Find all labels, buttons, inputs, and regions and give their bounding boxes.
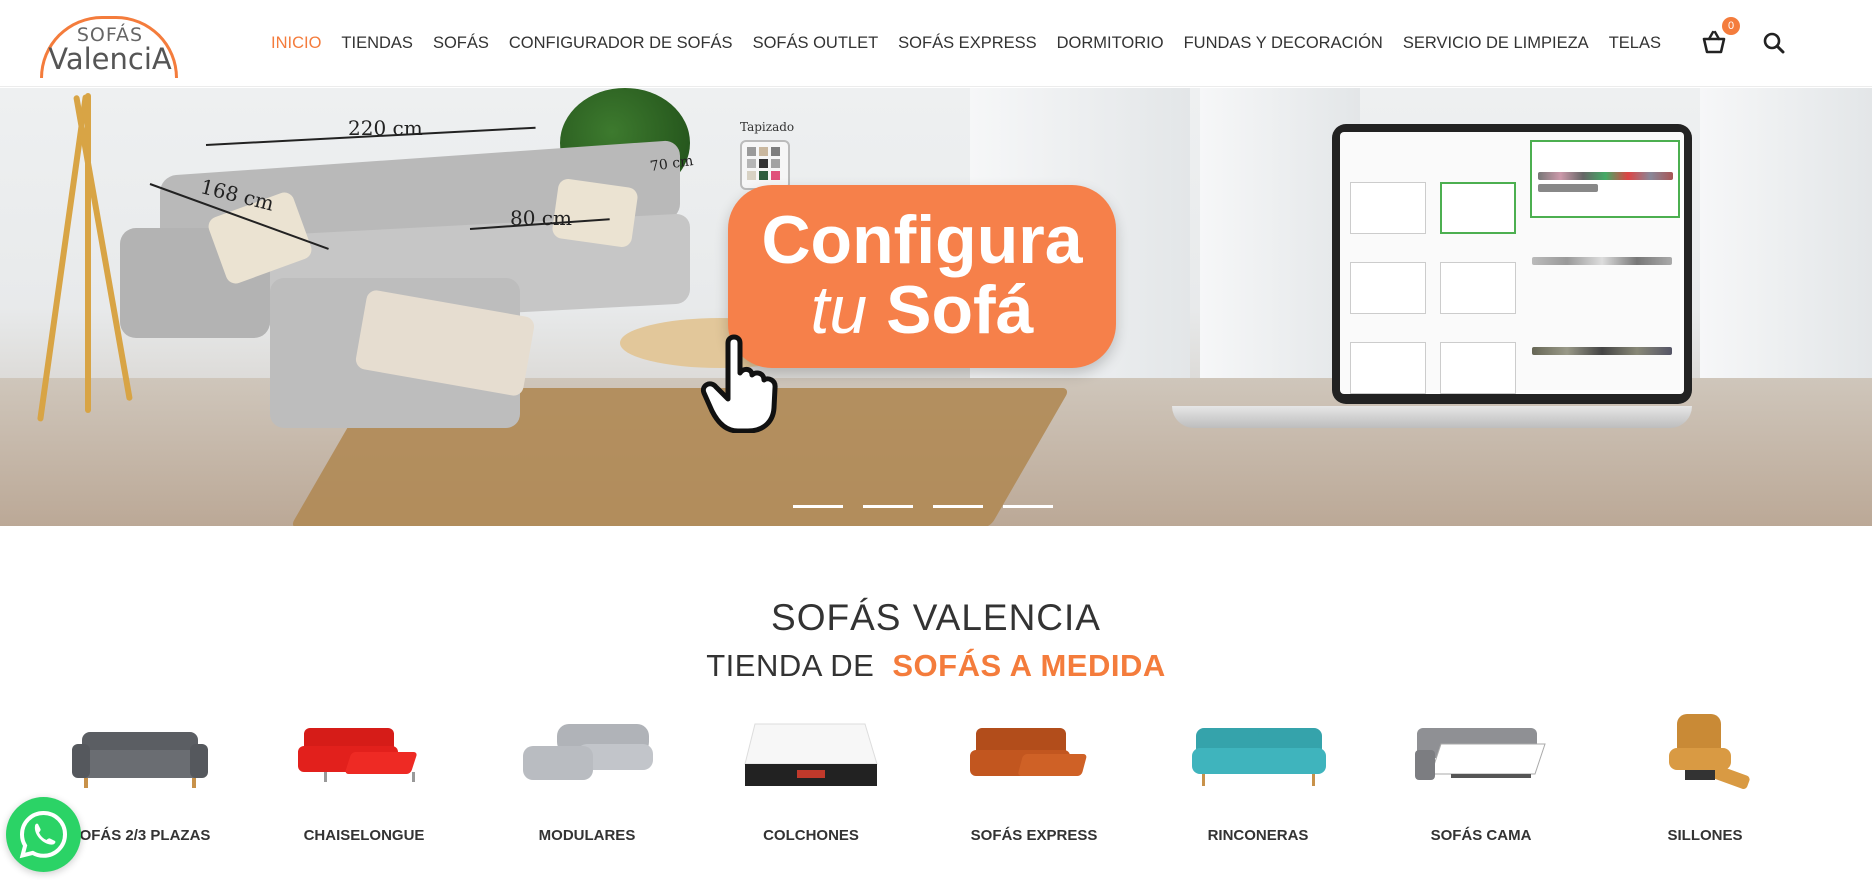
chaiselongue-image [298, 728, 417, 782]
preview-card-selected [1440, 182, 1516, 234]
preview-swatch-row [1532, 347, 1672, 355]
corner-sofa-image [1192, 728, 1326, 786]
lamp-leg [85, 93, 91, 413]
whatsapp-button[interactable] [6, 797, 81, 872]
preview-card [1440, 262, 1516, 314]
armchair-image [1669, 714, 1750, 790]
category-grid: SOFÁS 2/3 PLAZAS CHAISELONGUE MODULARES … [34, 706, 1810, 866]
slide-dot[interactable] [863, 505, 913, 508]
nav-item-limpieza[interactable]: SERVICIO DE LIMPIEZA [1403, 31, 1589, 55]
whatsapp-icon [19, 810, 68, 859]
preview-card [1350, 342, 1426, 394]
nav-item-tiendas[interactable]: TIENDAS [341, 31, 413, 55]
cart-count-badge: 0 [1722, 17, 1740, 35]
category-label: SOFÁS CAMA [1430, 827, 1532, 844]
category-label: COLCHONES [763, 827, 859, 844]
upholstery-swatches [740, 140, 790, 190]
nav-item-telas[interactable]: TELAS [1609, 31, 1661, 55]
category-label: MODULARES [538, 827, 636, 844]
nav-item-outlet[interactable]: SOFÁS OUTLET [753, 31, 879, 55]
preview-card [1350, 182, 1426, 234]
cta-line1: Configura [761, 202, 1083, 278]
preview-swatch-row [1532, 257, 1672, 265]
category-label: CHAISELONGUE [303, 827, 425, 844]
site-header: SOFÁS ValenciA INICIO TIENDAS SOFÁS CONF… [0, 0, 1872, 87]
category-modulares[interactable]: MODULARES [487, 706, 687, 856]
express-sofa-image [970, 728, 1087, 776]
nav-item-configurador[interactable]: CONFIGURADOR DE SOFÁS [509, 31, 733, 55]
nav-item-inicio[interactable]: INICIO [271, 31, 321, 55]
category-rinconeras[interactable]: RINCONERAS [1158, 706, 1358, 856]
site-logo[interactable]: SOFÁS ValenciA [40, 14, 180, 78]
preview-fabric-panel [1530, 140, 1680, 218]
sofa-bed-image [1415, 728, 1546, 780]
configure-sofa-cta[interactable]: Configura tu Sofá [728, 185, 1116, 368]
logo-line2: ValenciA [48, 42, 172, 76]
category-label: SILLONES [1667, 827, 1743, 844]
search-icon[interactable] [1762, 31, 1786, 55]
slide-dot[interactable] [933, 505, 983, 508]
category-colchones[interactable]: COLCHONES [711, 706, 911, 856]
dimension-width: 220 cm [348, 116, 423, 140]
category-sofas-express[interactable]: SOFÁS EXPRESS [934, 706, 1134, 856]
cta-line2-bold: Sofá [886, 272, 1034, 348]
subtitle-accent: SOFÁS A MEDIDA [892, 648, 1166, 683]
dimension-seat: 80 cm [510, 206, 572, 230]
mattress-image [744, 723, 878, 786]
slide-dot[interactable] [1003, 505, 1053, 508]
laptop-base [1172, 406, 1692, 428]
section-title: SOFÁS VALENCIA [771, 597, 1101, 638]
preview-swatch-row [1538, 184, 1598, 192]
laptop-configurator-preview [1340, 132, 1684, 394]
preview-card [1440, 342, 1516, 394]
modular-sofa-image [523, 724, 653, 780]
preview-card [1350, 262, 1426, 314]
subtitle-prefix: TIENDA DE [706, 648, 875, 683]
wall-panel [1700, 88, 1872, 388]
category-label: SOFÁS EXPRESS [970, 827, 1098, 844]
preview-swatch-row [1538, 172, 1673, 180]
slider-pagination [793, 505, 1073, 508]
swatch-label: Tapizado [740, 120, 795, 134]
nav-item-dormitorio[interactable]: DORMITORIO [1057, 31, 1164, 55]
pointer-hand-icon [700, 334, 778, 433]
main-nav: INICIO TIENDAS SOFÁS CONFIGURADOR DE SOF… [271, 31, 1681, 55]
category-sillones[interactable]: SILLONES [1605, 706, 1805, 856]
cta-line2-italic: tu [810, 272, 868, 348]
category-chaiselongue[interactable]: CHAISELONGUE [264, 706, 464, 856]
nav-item-sofas[interactable]: SOFÁS [433, 31, 489, 55]
category-label: RINCONERAS [1207, 827, 1309, 844]
cta-line2: tu Sofá [728, 275, 1116, 345]
nav-item-fundas[interactable]: FUNDAS Y DECORACIÓN [1184, 31, 1383, 55]
sofa-2-3-image [72, 732, 208, 788]
category-sofas-cama[interactable]: SOFÁS CAMA [1381, 706, 1581, 856]
hero-banner[interactable]: 220 cm 168 cm 80 cm 70 cm Tapizado Confi… [0, 88, 1872, 526]
slide-dot[interactable] [793, 505, 843, 508]
nav-item-express[interactable]: SOFÁS EXPRESS [898, 31, 1036, 55]
section-subtitle: TIENDA DE SOFÁS A MEDIDA [0, 648, 1872, 684]
